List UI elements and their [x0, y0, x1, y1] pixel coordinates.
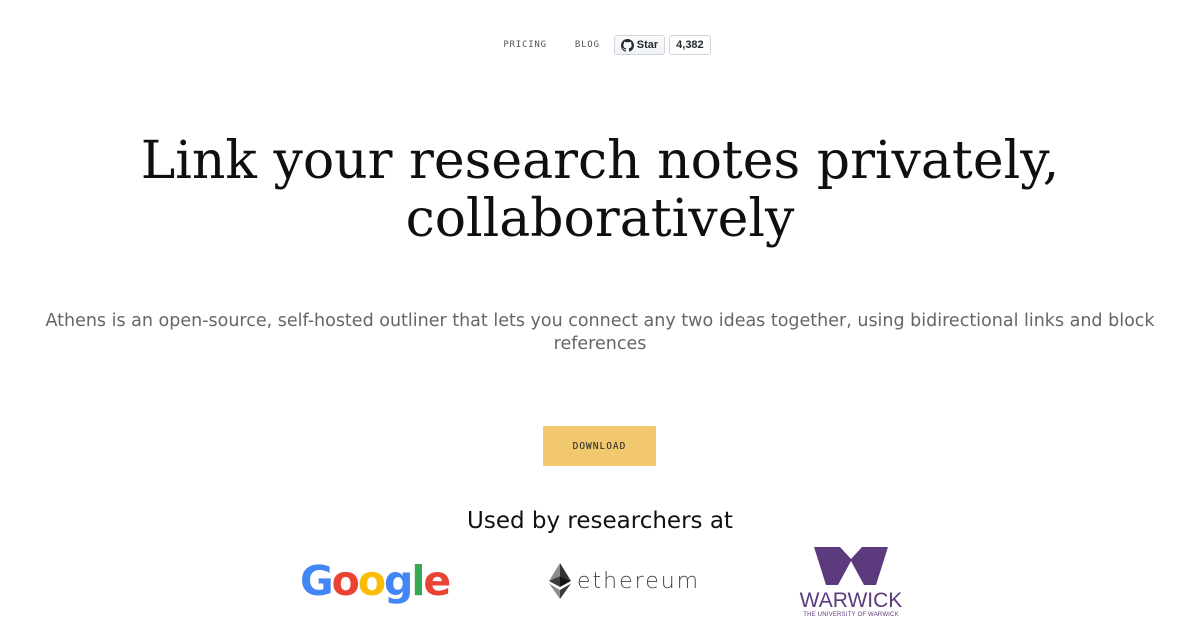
warwick-logo: WARWICK THE UNIVERSITY OF WARWICK: [796, 547, 906, 619]
warwick-wordmark: WARWICK: [799, 589, 903, 612]
github-star-button[interactable]: Star: [613, 35, 666, 55]
hero-title: Link your research notes privately, coll…: [100, 132, 1100, 248]
github-icon: [620, 38, 634, 52]
hero-title-line-1: Link your research notes privately,: [140, 131, 1060, 191]
google-letter: e: [423, 557, 451, 605]
top-nav: PRICING BLOG Star 4,382: [0, 34, 1200, 56]
google-logo: Google: [300, 556, 451, 606]
download-button[interactable]: DOWNLOAD: [543, 426, 656, 466]
github-star-count[interactable]: 4,382: [669, 35, 711, 55]
google-letter: G: [300, 557, 334, 605]
warwick-w-icon: [814, 547, 888, 585]
ethereum-wordmark: ethereum: [577, 568, 701, 594]
nav-pricing-link[interactable]: PRICING: [503, 40, 547, 50]
hero-title-line-2: collaboratively: [405, 189, 795, 249]
used-by-heading: Used by researchers at: [467, 508, 733, 534]
ethereum-diamond-icon: [549, 563, 571, 599]
google-letter: g: [384, 557, 413, 605]
ethereum-logo: ethereum: [549, 563, 700, 599]
google-letter: o: [357, 557, 386, 605]
warwick-tagline: THE UNIVERSITY OF WARWICK: [803, 612, 899, 618]
nav-blog-link[interactable]: BLOG: [575, 40, 600, 50]
hero-subtitle: Athens is an open-source, self-hosted ou…: [45, 311, 1155, 354]
google-letter: l: [411, 557, 425, 605]
github-star-label: Star: [636, 39, 659, 51]
google-letter: o: [331, 557, 360, 605]
